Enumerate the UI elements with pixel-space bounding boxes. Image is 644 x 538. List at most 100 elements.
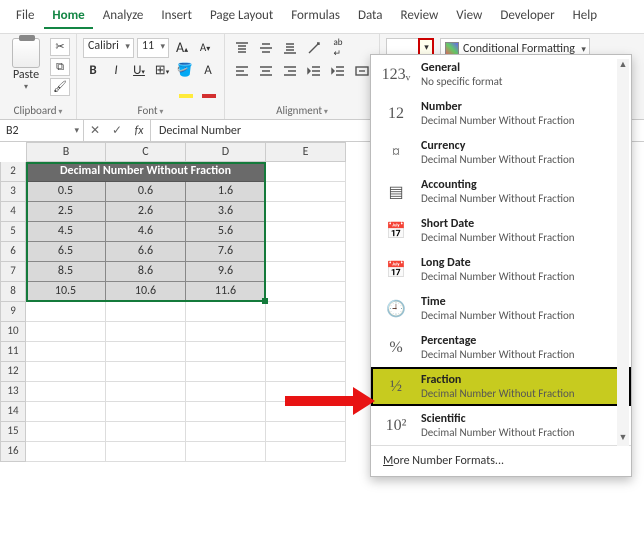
cell[interactable] bbox=[26, 302, 106, 322]
cell[interactable] bbox=[26, 322, 106, 342]
cell[interactable] bbox=[186, 382, 266, 402]
cell[interactable] bbox=[266, 182, 346, 202]
cancel-formula-button[interactable]: ✕ bbox=[84, 123, 106, 138]
cell[interactable] bbox=[106, 302, 186, 322]
cell[interactable] bbox=[26, 442, 106, 462]
menu-developer[interactable]: Developer bbox=[492, 4, 562, 29]
cell[interactable] bbox=[266, 342, 346, 362]
cell[interactable] bbox=[26, 422, 106, 442]
format-option-number[interactable]: 12NumberDecimal Number Without Fraction bbox=[371, 94, 631, 133]
format-option-scientific[interactable]: 10²ScientificDecimal Number Without Frac… bbox=[371, 406, 631, 445]
cell[interactable] bbox=[106, 382, 186, 402]
cell[interactable] bbox=[106, 402, 186, 422]
column-header[interactable]: C bbox=[106, 142, 186, 162]
copy-button[interactable]: ⧉ bbox=[50, 58, 70, 76]
cell[interactable] bbox=[266, 302, 346, 322]
row-header[interactable]: 16 bbox=[0, 442, 26, 462]
align-bottom-button[interactable] bbox=[279, 38, 301, 58]
orientation-button[interactable] bbox=[303, 38, 325, 58]
row-header[interactable]: 2 bbox=[0, 162, 26, 182]
align-middle-button[interactable] bbox=[255, 38, 277, 58]
cell[interactable] bbox=[26, 402, 106, 422]
align-left-button[interactable] bbox=[231, 61, 253, 81]
cell[interactable] bbox=[186, 442, 266, 462]
column-header[interactable]: D bbox=[186, 142, 266, 162]
cell[interactable]: 10.6 bbox=[106, 282, 186, 302]
menu-file[interactable]: File bbox=[8, 4, 42, 29]
cell[interactable] bbox=[266, 322, 346, 342]
cell[interactable] bbox=[266, 242, 346, 262]
cell[interactable] bbox=[106, 362, 186, 382]
cell[interactable]: 9.6 bbox=[186, 262, 266, 282]
menu-formulas[interactable]: Formulas bbox=[283, 4, 348, 29]
row-header[interactable]: 14 bbox=[0, 402, 26, 422]
menu-insert[interactable]: Insert bbox=[153, 4, 200, 29]
cell[interactable] bbox=[266, 442, 346, 462]
align-top-button[interactable] bbox=[231, 38, 253, 58]
cell[interactable] bbox=[186, 322, 266, 342]
grow-font-button[interactable]: A▴ bbox=[172, 38, 192, 58]
cell[interactable] bbox=[266, 222, 346, 242]
cell[interactable] bbox=[106, 342, 186, 362]
cell[interactable] bbox=[106, 422, 186, 442]
cell[interactable]: 10.5 bbox=[26, 282, 106, 302]
row-header[interactable]: 7 bbox=[0, 262, 26, 282]
format-option-short-date[interactable]: 📅Short DateDecimal Number Without Fracti… bbox=[371, 211, 631, 250]
format-option-time[interactable]: 🕘TimeDecimal Number Without Fraction bbox=[371, 289, 631, 328]
row-header[interactable]: 11 bbox=[0, 342, 26, 362]
menu-page-layout[interactable]: Page Layout bbox=[202, 4, 281, 29]
format-option-general[interactable]: 123ᵥGeneralNo specific format bbox=[371, 55, 631, 94]
border-button[interactable]: ⊞▾ bbox=[152, 61, 172, 81]
paste-button[interactable]: Paste ▾ bbox=[6, 38, 46, 92]
cut-button[interactable]: ✂ bbox=[50, 38, 70, 56]
cell[interactable] bbox=[266, 202, 346, 222]
row-header[interactable]: 9 bbox=[0, 302, 26, 322]
menu-help[interactable]: Help bbox=[565, 4, 605, 29]
align-center-button[interactable] bbox=[255, 61, 277, 81]
format-painter-button[interactable]: 🖌 bbox=[50, 78, 70, 96]
cell[interactable] bbox=[266, 262, 346, 282]
cell[interactable]: 5.6 bbox=[186, 222, 266, 242]
format-option-long-date[interactable]: 📅Long DateDecimal Number Without Fractio… bbox=[371, 250, 631, 289]
font-color-button[interactable]: A bbox=[198, 61, 218, 81]
row-header[interactable]: 6 bbox=[0, 242, 26, 262]
row-header[interactable]: 5 bbox=[0, 222, 26, 242]
increase-indent-button[interactable] bbox=[327, 61, 349, 81]
row-header[interactable]: 10 bbox=[0, 322, 26, 342]
format-option-currency[interactable]: ¤CurrencyDecimal Number Without Fraction bbox=[371, 133, 631, 172]
dropdown-scrollbar[interactable]: ▲ ▼ bbox=[617, 59, 629, 446]
cell[interactable]: Decimal Number Without Fraction bbox=[26, 162, 266, 182]
cell[interactable] bbox=[266, 282, 346, 302]
cell[interactable]: 8.6 bbox=[106, 262, 186, 282]
cell[interactable] bbox=[266, 422, 346, 442]
row-header[interactable]: 3 bbox=[0, 182, 26, 202]
font-size-select[interactable]: 11 bbox=[137, 38, 169, 58]
decrease-indent-button[interactable] bbox=[303, 61, 325, 81]
underline-button[interactable]: U▾ bbox=[129, 61, 149, 81]
cell[interactable]: 6.5 bbox=[26, 242, 106, 262]
column-header[interactable]: E bbox=[266, 142, 346, 162]
menu-view[interactable]: View bbox=[448, 4, 490, 29]
menu-data[interactable]: Data bbox=[350, 4, 391, 29]
shrink-font-button[interactable]: A▾ bbox=[195, 38, 215, 58]
row-header[interactable]: 8 bbox=[0, 282, 26, 302]
fx-icon[interactable]: fx bbox=[128, 124, 150, 138]
cell[interactable] bbox=[26, 342, 106, 362]
cell[interactable]: 0.5 bbox=[26, 182, 106, 202]
enter-formula-button[interactable]: ✓ bbox=[106, 123, 128, 138]
cell[interactable]: 3.6 bbox=[186, 202, 266, 222]
cell[interactable] bbox=[106, 442, 186, 462]
format-option-percentage[interactable]: %PercentageDecimal Number Without Fracti… bbox=[371, 328, 631, 367]
cell[interactable]: 4.5 bbox=[26, 222, 106, 242]
cell[interactable] bbox=[186, 422, 266, 442]
more-number-formats[interactable]: More Number Formats... bbox=[371, 445, 631, 476]
name-box[interactable]: B2 bbox=[0, 120, 84, 141]
cell[interactable]: 8.5 bbox=[26, 262, 106, 282]
cell[interactable]: 2.5 bbox=[26, 202, 106, 222]
cell[interactable]: 6.6 bbox=[106, 242, 186, 262]
cell[interactable] bbox=[26, 362, 106, 382]
cell[interactable]: 7.6 bbox=[186, 242, 266, 262]
row-header[interactable]: 12 bbox=[0, 362, 26, 382]
cell[interactable]: 0.6 bbox=[106, 182, 186, 202]
bold-button[interactable]: B bbox=[83, 61, 103, 81]
